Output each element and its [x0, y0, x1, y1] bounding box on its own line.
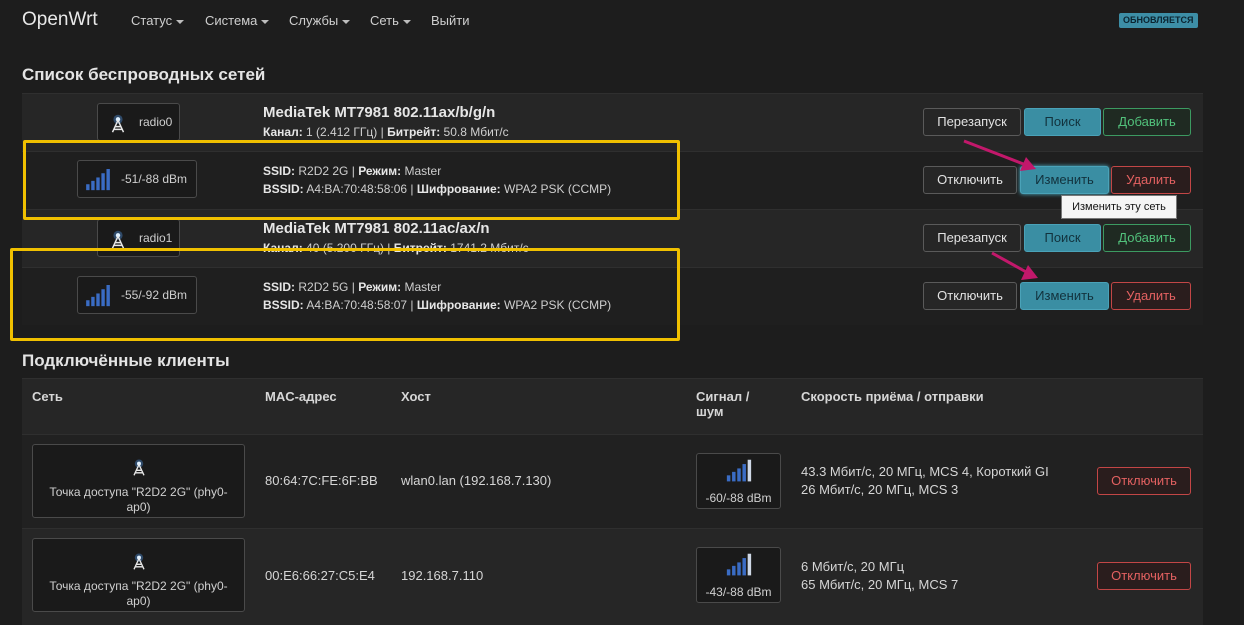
bitrate-label: Битрейт: [387, 125, 441, 139]
signal-bars-icon [726, 553, 752, 577]
client-1-network-badge: Точка доступа "R2D2 2G" (phy0-ap0) [32, 444, 245, 518]
client-1-host: wlan0.lan (192.168.7.130) [401, 473, 552, 488]
network-5g-remove-button[interactable]: Удалить [1111, 282, 1191, 310]
col-signal-header-line1: Сигнал / [696, 389, 750, 404]
wireless-section-title: Список беспроводных сетей [22, 65, 266, 84]
client-2-host: 192.168.7.110 [401, 568, 484, 583]
network-5g-edit-button[interactable]: Изменить [1020, 282, 1109, 310]
client-2-signal-badge: -43/-88 dBm [696, 547, 781, 603]
client-2-network-badge: Точка доступа "R2D2 2G" (phy0-ap0) [32, 538, 245, 612]
client-2-tx-rate: 65 Мбит/с, 20 МГц, MCS 7 [801, 577, 959, 592]
radio0-restart-button[interactable]: Перезапуск [923, 108, 1021, 136]
arrow-icon [991, 251, 1038, 280]
nav-status-menu[interactable]: Статус [131, 13, 185, 28]
client-2-network: Точка доступа "R2D2 2G" (phy0-ap0) [49, 579, 228, 608]
client-1-rx-rate: 43.3 Мбит/с, 20 МГц, MCS 4, Короткий GI [801, 464, 1049, 479]
radio0-details: Канал: 1 (2.412 ГГц) | Битрейт: 50.8 Мби… [263, 125, 509, 139]
client-1-signal-badge: -60/-88 dBm [696, 453, 781, 509]
antenna-icon [107, 112, 129, 134]
clients-table-header [22, 378, 1203, 434]
antenna-icon [107, 228, 129, 250]
edit-network-tooltip: Изменить эту сеть [1061, 195, 1177, 219]
antenna-icon [129, 457, 149, 477]
radio1-model: MediaTek MT7981 802.11ac/ax/n [263, 220, 490, 237]
client-1-disconnect-button[interactable]: Отключить [1097, 467, 1191, 495]
nav-services-menu[interactable]: Службы [289, 13, 351, 28]
brand-logo[interactable]: OpenWrt [22, 9, 98, 31]
radio0-model: MediaTek MT7981 802.11ax/b/g/n [263, 104, 496, 121]
caret-down-icon [176, 19, 185, 24]
client-2-rx-rate: 6 Мбит/с, 20 МГц [801, 559, 905, 574]
clients-section-title: Подключённые клиенты [22, 351, 230, 370]
arrow-icon [963, 139, 1036, 171]
col-signal-header-line2: шум [696, 404, 724, 419]
nav-network-label: Сеть [370, 13, 399, 28]
updating-badge: ОБНОВЛЯЕТСЯ [1119, 13, 1198, 28]
client-2-signal: -43/-88 dBm [705, 585, 772, 599]
annotation-arrows [963, 139, 1038, 280]
caret-down-icon [261, 19, 270, 24]
network-5g-disable-button[interactable]: Отключить [923, 282, 1017, 310]
client-2-mac: 00:E6:66:27:C5:E4 [265, 568, 375, 583]
caret-down-icon [342, 19, 351, 24]
highlight-frame-2g [23, 140, 680, 220]
radio0-channel: 1 (2.412 ГГц) [306, 125, 378, 139]
signal-bars-icon [726, 459, 752, 483]
col-host-header: Хост [401, 389, 431, 404]
nav-network-menu[interactable]: Сеть [370, 13, 411, 28]
antenna-icon [129, 551, 149, 571]
nav-system-menu[interactable]: Система [205, 13, 270, 28]
network-2g-remove-button[interactable]: Удалить [1111, 166, 1191, 194]
col-rate-header: Скорость приёма / отправки [801, 389, 984, 404]
col-signal-header: Сигнал / шум [696, 389, 749, 419]
client-1-signal: -60/-88 dBm [705, 491, 772, 505]
caret-down-icon [402, 19, 411, 24]
top-navbar: OpenWrt Статус Система Службы Сеть Выйти… [0, 0, 1244, 40]
client-1-network: Точка доступа "R2D2 2G" (phy0-ap0) [49, 485, 228, 514]
radio1-add-button[interactable]: Добавить [1103, 224, 1191, 252]
client-1-tx-rate: 26 Мбит/с, 20 МГц, MCS 3 [801, 482, 959, 497]
radio0-badge: radio0 [97, 103, 180, 141]
radio0-name: radio0 [139, 115, 173, 129]
client-2-disconnect-button[interactable]: Отключить [1097, 562, 1191, 590]
radio1-name: radio1 [139, 231, 173, 245]
highlight-frame-5g [10, 248, 680, 341]
nav-logout-link[interactable]: Выйти [431, 13, 470, 28]
client-1-mac: 80:64:7C:FE:6F:BB [265, 473, 378, 488]
channel-label: Канал: [263, 125, 303, 139]
radio0-add-button[interactable]: Добавить [1103, 108, 1191, 136]
nav-services-label: Службы [289, 13, 339, 28]
radio0-bitrate: 50.8 Мбит/с [443, 125, 509, 139]
radio0-scan-button[interactable]: Поиск [1024, 108, 1101, 136]
col-mac-header: MAC-адрес [265, 389, 337, 404]
nav-status-label: Статус [131, 13, 173, 28]
col-network-header: Сеть [32, 389, 63, 404]
nav-system-label: Система [205, 13, 258, 28]
